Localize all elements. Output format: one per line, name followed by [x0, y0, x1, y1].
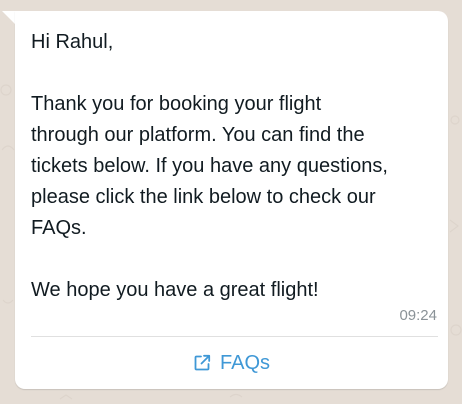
message-bubble-tail [2, 11, 16, 25]
faqs-link-label: FAQs [219, 351, 270, 374]
external-link-icon [193, 354, 211, 372]
message-body: Hi Rahul, Thank you for booking your fli… [31, 31, 388, 301]
message-timestamp: 09:24 [399, 307, 437, 324]
message-bubble: Hi Rahul, Thank you for booking your fli… [15, 11, 448, 389]
faqs-link-button[interactable]: FAQs [15, 337, 448, 389]
